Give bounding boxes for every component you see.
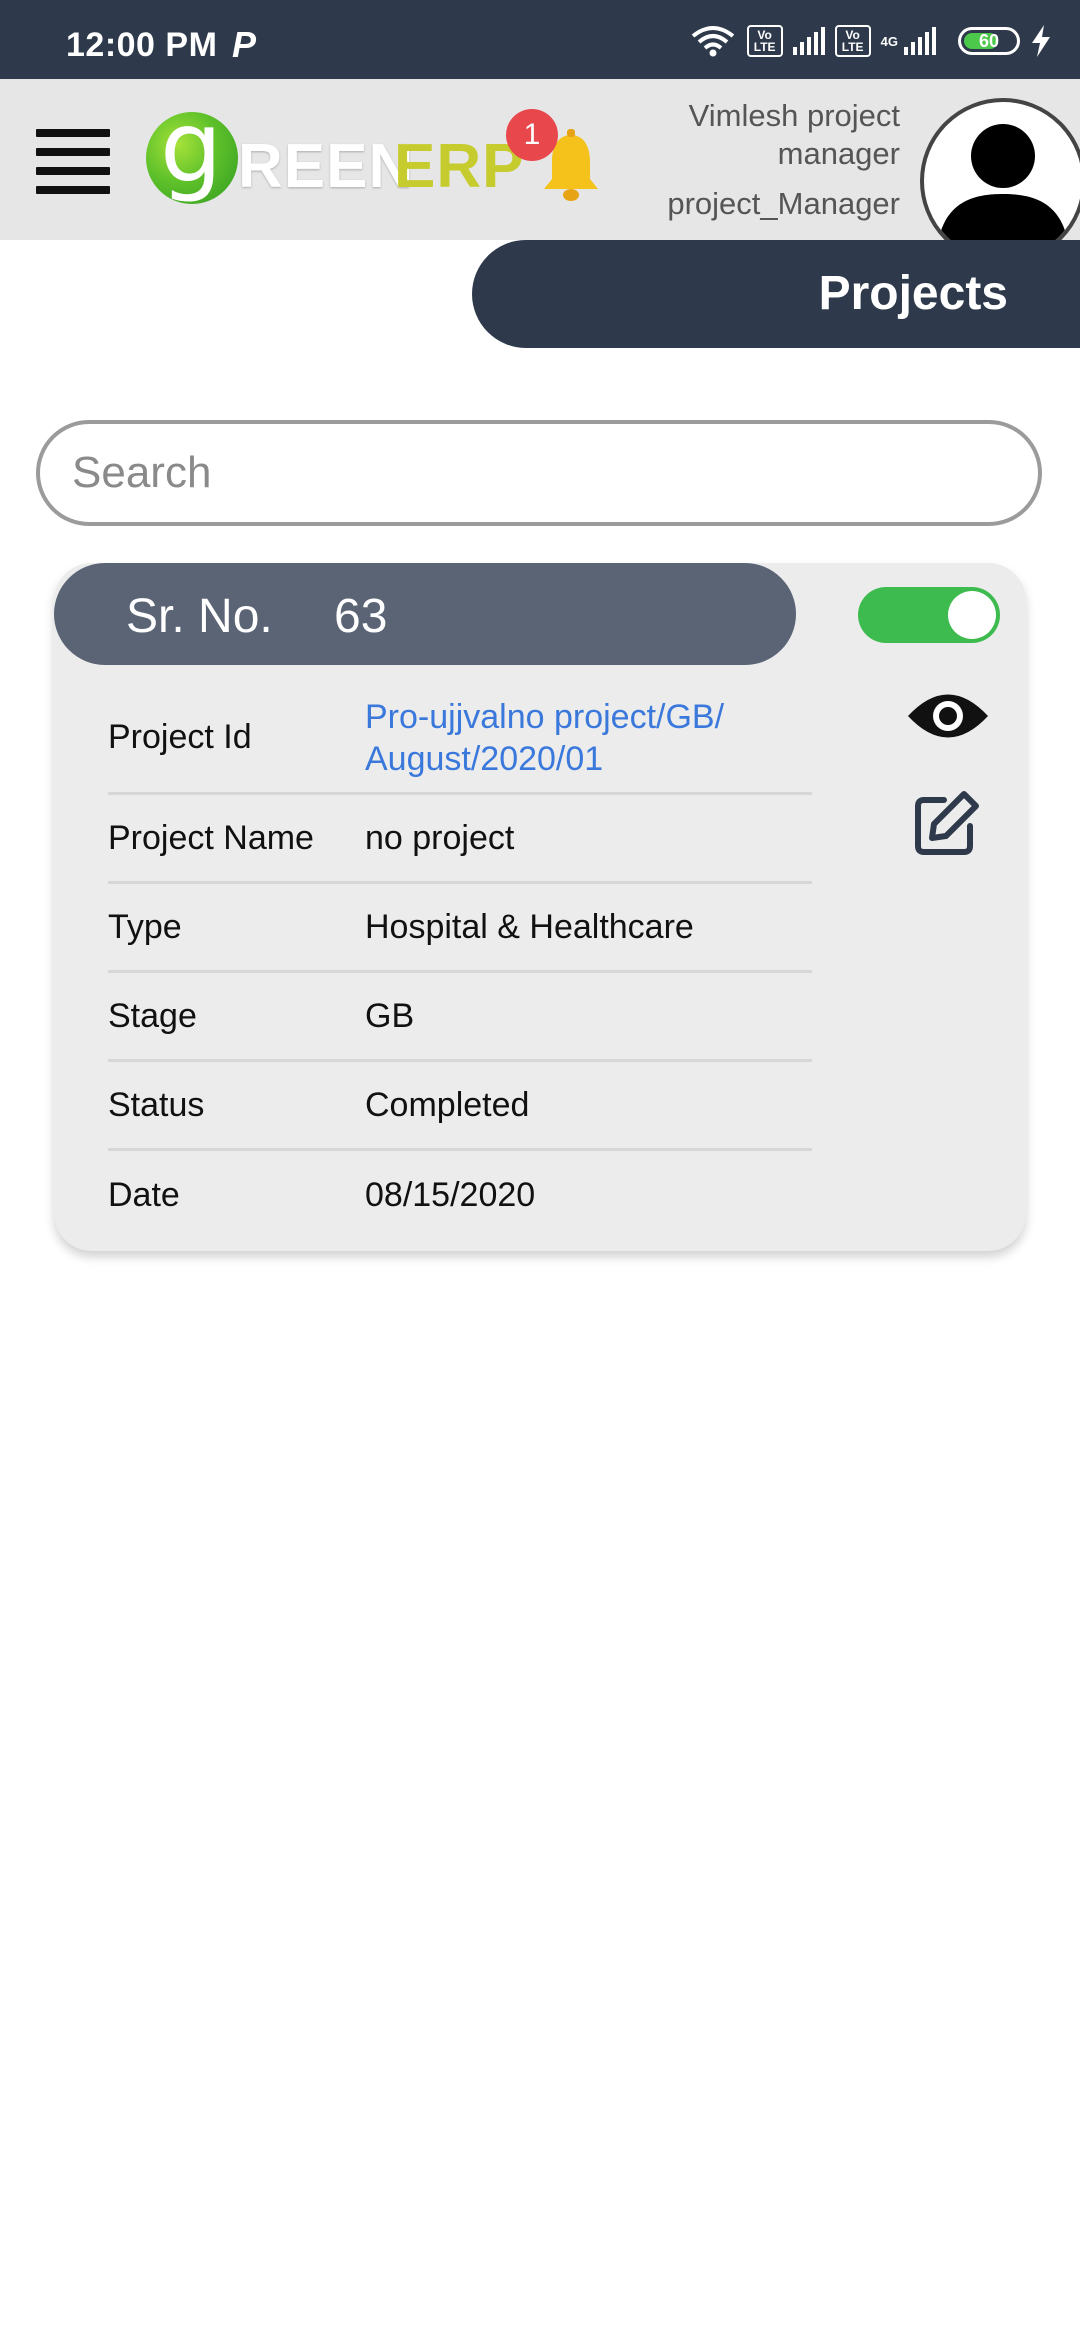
battery-level: 60 [978, 31, 1000, 51]
volte-icon-2: Vo LTE [834, 25, 871, 57]
detail-row-project-id: Project Id Pro-ujjvalno project/GB/ Augu… [108, 683, 812, 795]
detail-key: Project Id [108, 718, 252, 756]
user-role: project_Manager [667, 186, 900, 221]
project-id-link[interactable]: Pro-ujjvalno project/GB/ August/2020/01 [365, 696, 812, 780]
detail-key: Type [108, 907, 182, 946]
network-type-label: 4G [880, 33, 898, 49]
project-card: Sr. No. 63 Project Id Pro-ujjvalno proje… [54, 563, 1026, 1251]
search-input[interactable] [36, 420, 1042, 526]
charging-bolt-icon [1032, 25, 1050, 57]
volte-icon: Vo LTE [746, 25, 783, 57]
serial-number-pill: Sr. No. 63 [54, 563, 796, 665]
parking-notification-icon: P [232, 24, 257, 65]
detail-row-stage: Stage GB [108, 973, 812, 1062]
detail-row-project-name: Project Name no project [108, 795, 812, 884]
status-icons: Vo LTE Vo LTE 4G 60 [689, 20, 1052, 62]
battery-icon: 60 [958, 27, 1020, 55]
hamburger-menu-icon[interactable] [36, 129, 110, 194]
notification-count-badge: 1 [506, 109, 558, 161]
project-details: Project Id Pro-ujjvalno project/GB/ Augu… [108, 683, 812, 1239]
detail-value: GB [365, 996, 415, 1035]
signal-icon [792, 27, 825, 55]
green-erp-logo: g REEN ERP [146, 99, 523, 205]
detail-value: Completed [365, 1085, 530, 1124]
detail-row-date: Date 08/15/2020 [108, 1151, 812, 1239]
detail-value: 08/15/2020 [365, 1175, 536, 1214]
edit-icon[interactable] [910, 788, 982, 860]
serial-number-label: Sr. No. [126, 590, 273, 643]
toggle-knob [948, 591, 996, 639]
wifi-icon [691, 26, 734, 57]
detail-key: Stage [108, 996, 197, 1035]
page-title-tab: Projects [472, 240, 1080, 348]
user-avatar-icon [938, 124, 1068, 242]
signal-icon-2 [904, 27, 936, 55]
detail-key: Date [108, 1175, 180, 1214]
status-bar: 12:00 PM P Vo LTE Vo LTE 4G 60 [0, 0, 1080, 79]
view-eye-icon[interactable] [906, 683, 990, 749]
user-name: Vimlesh project manager [688, 98, 900, 171]
detail-key: Status [108, 1085, 205, 1124]
status-time: 12:00 PM [66, 26, 218, 64]
app-header: g REEN ERP 1 Vimlesh project manager pro… [0, 79, 1080, 264]
detail-row-type: Type Hospital & Healthcare [108, 884, 812, 973]
detail-value: no project [365, 818, 515, 857]
page-title: Projects [818, 267, 1008, 320]
detail-value: Hospital & Healthcare [365, 907, 694, 946]
active-toggle[interactable] [858, 587, 1000, 643]
detail-key: Project Name [108, 818, 314, 857]
detail-row-status: Status Completed [108, 1062, 812, 1151]
serial-number-value: 63 [334, 590, 388, 643]
